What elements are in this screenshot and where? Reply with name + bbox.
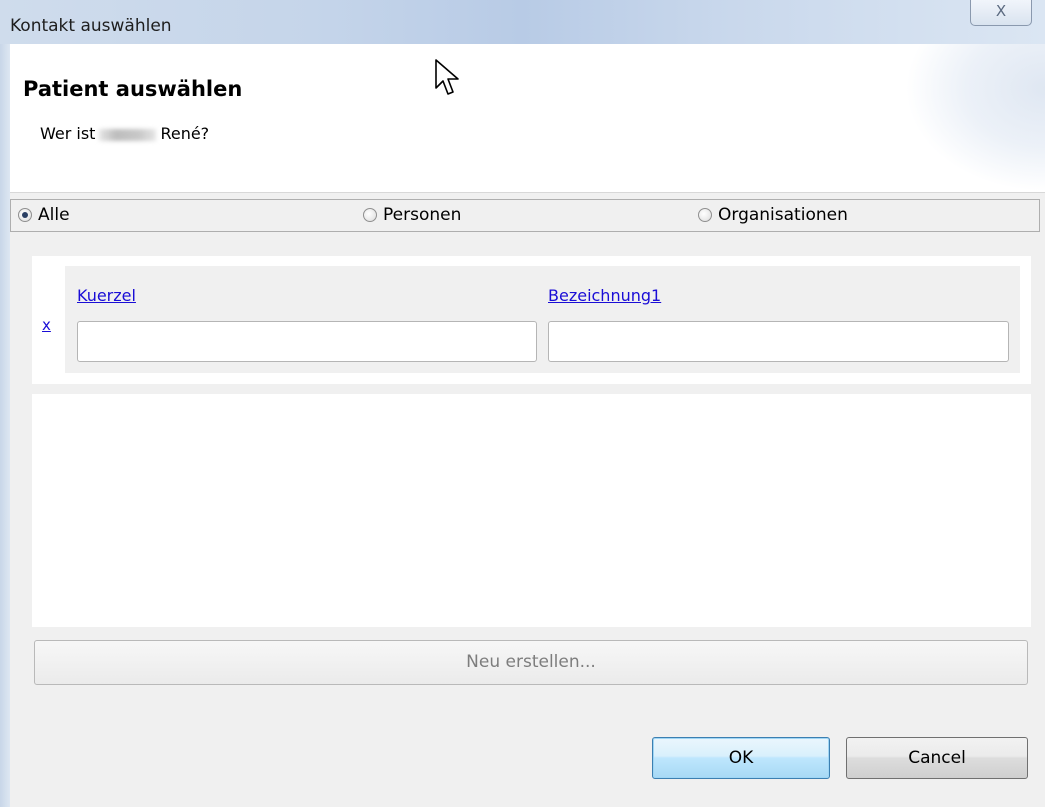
column-header-bezeichnung1[interactable]: Bezeichnung1 bbox=[548, 286, 661, 305]
dialog-header: Patient auswählen Wer ist René? bbox=[10, 44, 1045, 193]
radio-organisationen[interactable]: Organisationen bbox=[698, 205, 848, 225]
bezeichnung1-filter-input[interactable] bbox=[548, 321, 1009, 362]
redacted-name bbox=[99, 128, 157, 141]
dialog-body: Patient auswählen Wer ist René? Alle Pers… bbox=[10, 44, 1045, 807]
cancel-button[interactable]: Cancel bbox=[846, 737, 1028, 779]
radio-personen[interactable]: Personen bbox=[363, 205, 461, 225]
subtitle-prefix: Wer ist bbox=[40, 124, 96, 143]
subtitle-suffix: René? bbox=[160, 124, 210, 143]
close-button[interactable]: X bbox=[970, 0, 1032, 26]
title-bar: Kontakt auswählen X bbox=[0, 0, 1045, 44]
results-list[interactable] bbox=[32, 394, 1031, 627]
page-title: Patient auswählen bbox=[23, 77, 243, 101]
radio-label: Personen bbox=[383, 205, 462, 225]
radio-label: Alle bbox=[38, 205, 70, 225]
clear-filter-link[interactable]: x bbox=[42, 316, 51, 334]
close-icon: X bbox=[995, 2, 1007, 20]
header-decoration bbox=[905, 44, 1045, 192]
filter-panel: x Kuerzel Bezeichnung1 bbox=[32, 256, 1031, 384]
window-frame-left bbox=[0, 44, 10, 807]
header-subtitle: Wer ist René? bbox=[40, 124, 209, 143]
radio-unchecked-icon[interactable] bbox=[363, 208, 377, 222]
radio-alle[interactable]: Alle bbox=[18, 205, 70, 225]
window-title: Kontakt auswählen bbox=[10, 16, 172, 36]
contact-type-radio-group: Alle Personen Organisationen bbox=[10, 199, 1040, 232]
column-header-kuerzel[interactable]: Kuerzel bbox=[77, 286, 136, 305]
filter-columns: Kuerzel Bezeichnung1 bbox=[65, 266, 1020, 373]
kuerzel-filter-input[interactable] bbox=[77, 321, 537, 362]
radio-unchecked-icon[interactable] bbox=[698, 208, 712, 222]
ok-button[interactable]: OK bbox=[652, 737, 830, 779]
new-contact-button[interactable]: Neu erstellen... bbox=[34, 640, 1028, 685]
radio-checked-icon[interactable] bbox=[18, 208, 32, 222]
mouse-pointer-icon bbox=[435, 59, 459, 95]
radio-label: Organisationen bbox=[718, 205, 848, 225]
